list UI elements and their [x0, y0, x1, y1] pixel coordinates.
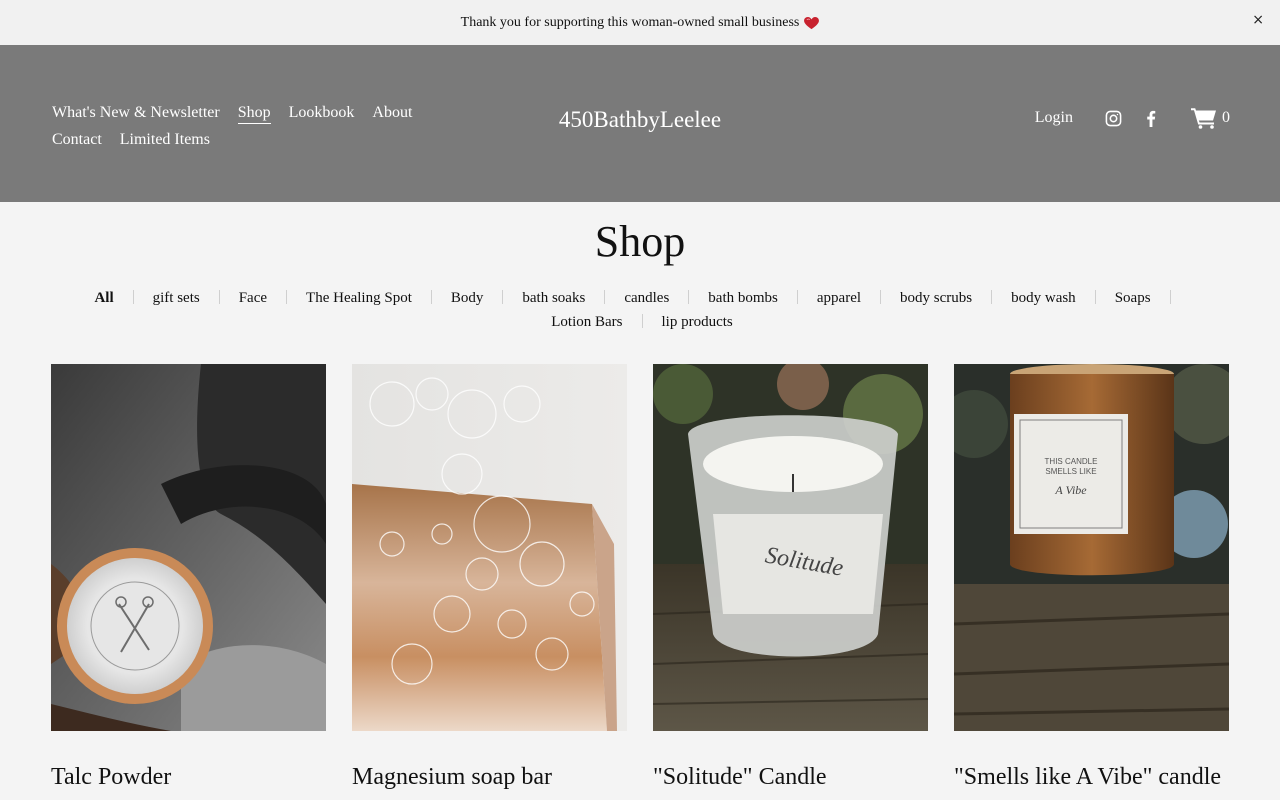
- category-divider: [502, 290, 504, 304]
- category-bath-soaks[interactable]: bath soaks: [522, 286, 585, 310]
- category-the-healing-spot[interactable]: The Healing Spot: [306, 286, 412, 310]
- product-grid: Talc Powder Magnesium soap bar Solitude …: [51, 364, 1229, 791]
- category-lip-products[interactable]: lip products: [662, 310, 733, 334]
- category-divider: [880, 290, 882, 304]
- category-divider: [991, 290, 993, 304]
- category-body-scrubs[interactable]: body scrubs: [900, 286, 972, 310]
- category-divider: [641, 314, 643, 328]
- product-image[interactable]: THIS CANDLE SMELLS LIKE A Vibe: [954, 364, 1229, 731]
- site-header: What's New & Newsletter Shop Lookbook Ab…: [0, 45, 1280, 202]
- category-divider: [688, 290, 690, 304]
- product-name[interactable]: Talc Powder: [51, 764, 326, 791]
- announcement-text: Thank you for supporting this woman-owne…: [460, 14, 800, 30]
- facebook-icon[interactable]: [1141, 108, 1161, 128]
- category-divider: [796, 290, 798, 304]
- category-candles[interactable]: candles: [624, 286, 669, 310]
- category-lotion-bars[interactable]: Lotion Bars: [551, 310, 622, 334]
- announcement-bar: Thank you for supporting this woman-owne…: [0, 0, 1280, 45]
- product-name[interactable]: "Solitude" Candle: [653, 764, 928, 791]
- category-divider: [218, 290, 220, 304]
- product-card[interactable]: Solitude "Solitude" Candle: [653, 364, 928, 791]
- product-image[interactable]: [352, 364, 627, 731]
- cart-count: 0: [1222, 109, 1230, 126]
- page-title: Shop: [594, 217, 686, 266]
- category-divider: [1169, 290, 1171, 304]
- category-divider: [286, 290, 288, 304]
- close-announcement-button[interactable]: ×: [1252, 12, 1264, 28]
- cart-icon: [1191, 108, 1216, 129]
- product-name[interactable]: Magnesium soap bar: [352, 764, 627, 791]
- category-divider: [1094, 290, 1096, 304]
- heart-icon: [804, 17, 820, 30]
- cart-button[interactable]: 0: [1191, 107, 1230, 129]
- category-divider: [430, 290, 432, 304]
- category-body-wash[interactable]: body wash: [1011, 286, 1076, 310]
- category-body[interactable]: Body: [451, 286, 484, 310]
- category-all[interactable]: All: [94, 286, 113, 310]
- product-image[interactable]: [51, 364, 326, 731]
- category-filter: All gift sets Face The Healing Spot Body bath…: [52, 286, 1232, 334]
- category-gift-sets[interactable]: gift sets: [153, 286, 200, 310]
- svg-text:SMELLS LIKE: SMELLS LIKE: [1045, 467, 1096, 476]
- category-soaps[interactable]: Soaps: [1115, 286, 1151, 310]
- category-bath-bombs[interactable]: bath bombs: [708, 286, 778, 310]
- login-link[interactable]: Login: [1035, 109, 1073, 127]
- svg-text:THIS CANDLE: THIS CANDLE: [1045, 457, 1098, 466]
- product-card[interactable]: THIS CANDLE SMELLS LIKE A Vibe "Smells l…: [954, 364, 1229, 791]
- svg-text:A Vibe: A Vibe: [1054, 483, 1087, 497]
- category-face[interactable]: Face: [239, 286, 267, 310]
- header-actions: Login 0: [1035, 107, 1230, 129]
- product-card[interactable]: Magnesium soap bar: [352, 364, 627, 791]
- product-image[interactable]: Solitude: [653, 364, 928, 731]
- product-name[interactable]: "Smells like A Vibe" candle: [954, 764, 1229, 791]
- category-divider: [132, 290, 134, 304]
- category-divider: [604, 290, 606, 304]
- category-apparel[interactable]: apparel: [817, 286, 861, 310]
- instagram-icon[interactable]: [1103, 108, 1123, 128]
- product-card[interactable]: Talc Powder: [51, 364, 326, 791]
